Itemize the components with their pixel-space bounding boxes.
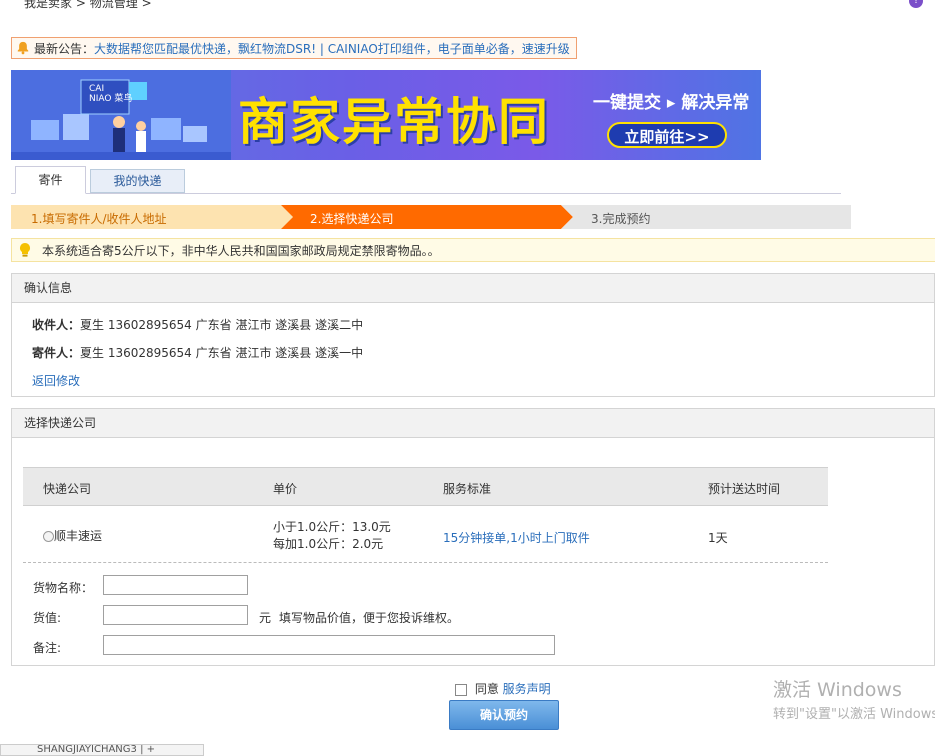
confirm-booking-button[interactable]: 确认预约 [449,700,559,730]
step-3-label: 3.完成预约 [591,212,651,226]
announcement-bar: 最新公告： 大数据帮您匹配最优快递，飘红物流DSR! | CAINIAO打印组件… [11,37,577,59]
tip-bar: 本系统适合寄5公斤以下，非中华人民共和国国家邮政局规定禁限寄物品。。 [11,238,935,262]
goods-value-label: 货值: [33,611,62,625]
goods-value-unit: 元 [259,611,272,625]
banner-subtitle: 一键提交 ▸ 解决异常 [593,93,750,113]
tab-divider [11,193,841,194]
goods-name-label: 货物名称： [33,581,94,595]
tip-text: 本系统适合寄5公斤以下，非中华人民共和国国家邮政局规定禁限寄物品。。 [42,243,440,258]
cainiao-logo: CAI NIAO 菜鸟 [89,84,133,104]
price-line-1: 小于1.0公斤：13.0元 [273,520,391,534]
windows-activation-title: 激活 Windows [773,679,902,701]
breadcrumb-separator: > [75,0,86,10]
receiver-line: 收件人：夏生 13602895654 广东省 湛江市 遂溪县 遂溪二中 [32,316,363,333]
agree-label: 同意 [474,682,499,696]
step-2-label: 2.选择快递公司 [310,212,394,226]
price-cell: 小于1.0公斤：13.0元 每加1.0公斤：2.0元 [273,519,391,553]
company-panel-title: 选择快递公司 [12,409,934,438]
remark-label: 备注: [33,641,62,655]
banner-cta-button[interactable]: 立即前往>> [607,122,727,148]
breadcrumb: 我是卖家 > 物流管理 > [24,0,152,11]
table-row[interactable]: 顺丰速运 [43,527,102,544]
service-standard-link[interactable]: 15分钟接单,1小时上门取件 [443,529,590,546]
receiver-value: 夏生 13602895654 广东省 湛江市 遂溪县 遂溪二中 [80,318,364,332]
step-1-label: 1.填写寄件人/收件人地址 [31,212,167,226]
row-divider [23,562,828,563]
confirm-info-title: 确认信息 [12,274,934,303]
eta-value: 1天 [708,531,728,545]
col-company: 快递公司 [43,482,92,496]
back-edit-link[interactable]: 返回修改 [32,372,80,389]
promo-banner[interactable]: CAI NIAO 菜鸟 商家异常协同 一键提交 ▸ 解决异常 立即前往>> [11,70,761,160]
lightbulb-icon [20,243,31,257]
service-statement-link[interactable]: 服务声明 [503,682,551,696]
windows-activation-hint: 转到"设置"以激活 Windows。 [773,707,935,722]
tab-my-express[interactable]: 我的快递 [90,169,185,193]
price-line-2: 每加1.0公斤：2.0元 [273,537,384,551]
goods-value-input[interactable] [103,605,248,625]
breadcrumb-current: 物流管理 [89,0,138,10]
tab-send[interactable]: 寄件 [15,166,86,194]
breadcrumb-home[interactable]: 我是卖家 [24,0,72,10]
sender-value: 夏生 13602895654 广东省 湛江市 遂溪县 遂溪一中 [80,346,364,360]
company-name: 顺丰速运 [54,529,103,543]
banner-headline: 商家异常协同 [238,93,550,151]
help-icon[interactable]: ! [909,0,923,8]
agree-checkbox[interactable] [455,683,467,696]
company-table-header: 快递公司 单价 服务标准 预计送达时间 [23,467,828,506]
announcement-label: 最新公告： [34,41,95,56]
bottom-tab[interactable]: SHANGJIAYICHANG3 | + [0,744,204,756]
confirm-info-panel: 确认信息 收件人：夏生 13602895654 广东省 湛江市 遂溪县 遂溪二中… [11,273,935,397]
progress-steps: 1.填写寄件人/收件人地址 2.选择快递公司 3.完成预约 [11,205,851,229]
goods-value-hint: 填写物品价值，便于您投诉维权。 [279,611,460,625]
breadcrumb-separator: > [141,0,152,10]
col-service: 服务标准 [443,482,492,496]
col-price: 单价 [273,482,298,496]
bell-icon [17,41,29,55]
remark-input[interactable] [103,635,555,655]
sender-label: 寄件人： [32,346,81,360]
receiver-label: 收件人： [32,318,81,332]
sender-line: 寄件人：夏生 13602895654 广东省 湛江市 遂溪县 遂溪一中 [32,344,363,361]
col-eta: 预计送达时间 [708,482,781,496]
announcement-link[interactable]: 大数据帮您匹配最优快递，飘红物流DSR! | CAINIAO打印组件，电子面单必… [94,40,570,57]
goods-name-input[interactable] [103,575,248,595]
company-radio[interactable] [43,531,54,542]
agree-row: 同意 服务声明 [455,680,551,697]
